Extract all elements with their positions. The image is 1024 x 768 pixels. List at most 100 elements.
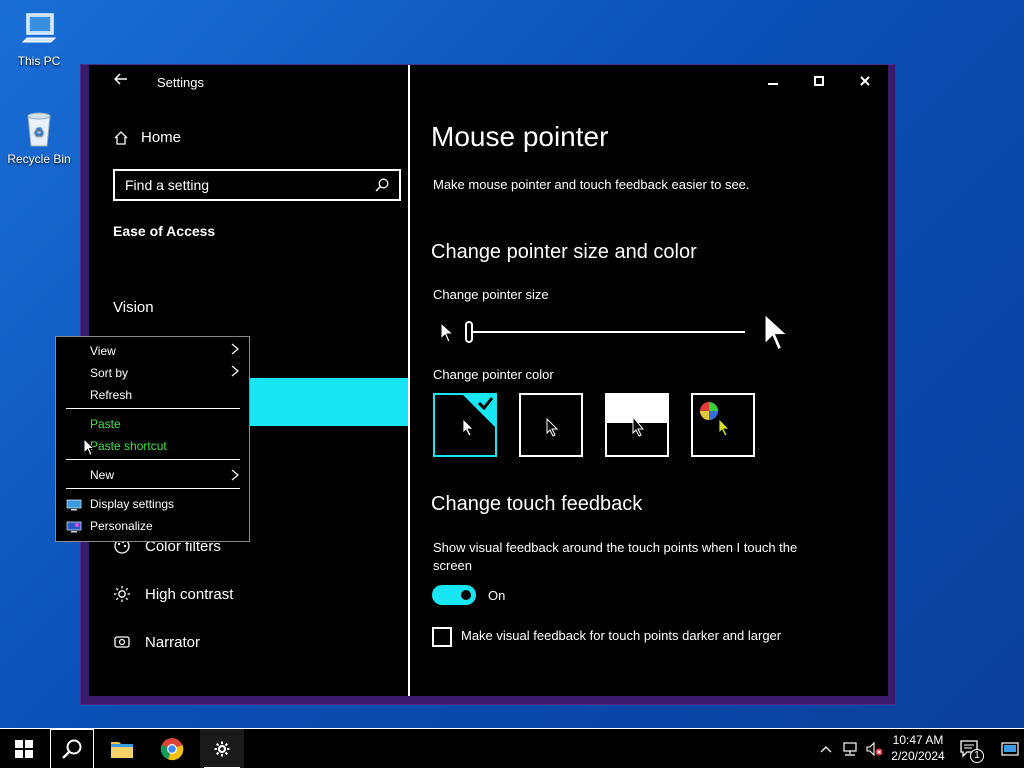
action-center-button[interactable]: 1: [952, 729, 988, 768]
gear-icon: [214, 741, 230, 757]
section-heading-pointer: Change pointer size and color: [431, 241, 697, 263]
pointer-size-label: Change pointer size: [433, 287, 549, 302]
nav-home-link[interactable]: Home: [113, 129, 181, 146]
menu-item-label: View: [90, 344, 116, 358]
search-taskbar-button[interactable]: [50, 729, 94, 768]
computer-icon: [19, 10, 59, 50]
chrome-icon: [160, 738, 184, 761]
mouse-cursor-icon: [83, 438, 95, 457]
chevron-up-icon: [820, 746, 832, 753]
pointer-size-slider-track[interactable]: [469, 331, 745, 333]
search-icon: [62, 739, 82, 759]
darker-larger-checkbox[interactable]: [432, 627, 452, 647]
menu-item-sort-by[interactable]: Sort by: [90, 363, 128, 383]
page-description: Make mouse pointer and touch feedback ea…: [433, 177, 750, 192]
clock-date: 2/20/2024: [891, 749, 945, 763]
small-pointer-icon: [440, 321, 455, 343]
menu-item-paste[interactable]: Paste: [90, 414, 121, 434]
brightness-icon: [114, 586, 130, 602]
maximize-button[interactable]: [801, 71, 837, 95]
pane-divider: [408, 65, 410, 697]
white-pointer-option-icon: [462, 395, 495, 437]
minimize-button[interactable]: [755, 71, 791, 95]
nav-item-narrator[interactable]: Narrator: [113, 633, 200, 651]
settings-search-box[interactable]: [113, 169, 401, 201]
desktop-preview-icon: [1001, 742, 1019, 756]
svg-text:♻: ♻: [34, 125, 45, 139]
taskbar: 10:47 AM 2/20/2024 1: [0, 728, 1024, 768]
search-icon[interactable]: [375, 178, 389, 192]
back-button[interactable]: [109, 71, 133, 95]
volume-tray-icon-button[interactable]: [862, 729, 886, 768]
submenu-arrow-icon: [231, 365, 239, 380]
inverted-pointer-option-icon: [607, 395, 667, 437]
page-title: Mouse pointer: [431, 121, 609, 152]
menu-item-personalize[interactable]: Personalize: [90, 516, 153, 536]
close-icon: [860, 76, 870, 86]
submenu-arrow-icon: [231, 469, 239, 484]
pointer-color-white-option[interactable]: [433, 393, 497, 457]
taskbar-clock[interactable]: 10:47 AM 2/20/2024: [888, 732, 948, 764]
touch-description-line2: screen: [433, 558, 473, 573]
windows-logo-icon: [15, 740, 33, 758]
network-icon: [843, 742, 857, 756]
minimize-icon: [768, 83, 778, 85]
show-hidden-icons-button[interactable]: [814, 729, 838, 768]
menu-item-view[interactable]: View: [90, 341, 240, 361]
menu-item-label: Paste shortcut: [90, 439, 167, 453]
home-icon: [114, 130, 128, 145]
pointer-size-slider-thumb[interactable]: [465, 321, 473, 343]
menu-item-label: Display settings: [90, 497, 175, 511]
menu-item-paste-shortcut[interactable]: Paste shortcut: [90, 436, 167, 456]
menu-item-new[interactable]: New: [90, 465, 114, 485]
volume-muted-icon: [866, 741, 883, 757]
network-tray-icon-button[interactable]: [838, 729, 862, 768]
pointer-color-custom-option[interactable]: [691, 393, 755, 457]
section-heading-touch: Change touch feedback: [431, 493, 643, 515]
desktop-icon-this-pc[interactable]: This PC: [4, 10, 74, 68]
black-pointer-option-icon: [546, 417, 559, 437]
show-desktop-button[interactable]: [996, 729, 1024, 768]
search-input[interactable]: [125, 177, 365, 193]
start-button[interactable]: [2, 729, 46, 768]
desktop-icon-recycle-bin[interactable]: ♻ Recycle Bin: [4, 108, 74, 166]
touch-description-line1: Show visual feedback around the touch po…: [433, 540, 798, 555]
taskbar-file-explorer[interactable]: [100, 729, 144, 768]
close-button[interactable]: [847, 71, 883, 95]
menu-item-label: Refresh: [90, 388, 133, 402]
back-arrow-icon: [113, 73, 127, 85]
custom-color-pointer-option-icon: [700, 402, 730, 437]
touch-feedback-toggle[interactable]: [432, 585, 476, 605]
menu-item-label: Sort by: [90, 366, 129, 380]
notification-count-badge: 1: [970, 749, 984, 763]
recycle-bin-icon: ♻: [19, 108, 59, 148]
clock-time: 10:47 AM: [892, 733, 944, 747]
submenu-arrow-icon: [231, 343, 239, 358]
personalize-icon: [66, 521, 82, 533]
toggle-state-label: On: [488, 588, 506, 603]
taskbar-settings[interactable]: [200, 729, 244, 768]
nav-item-label: High contrast: [145, 585, 234, 603]
menu-separator: [66, 459, 240, 460]
menu-item-label: Paste: [90, 417, 121, 431]
large-pointer-icon: [764, 312, 790, 352]
menu-separator: [66, 488, 240, 489]
maximize-icon: [814, 76, 824, 86]
taskbar-chrome[interactable]: [150, 729, 194, 768]
nav-item-label: Narrator: [145, 633, 201, 651]
menu-item-label: Personalize: [90, 519, 153, 533]
menu-item-refresh[interactable]: Refresh: [90, 385, 132, 405]
pointer-color-inverted-option[interactable]: [605, 393, 669, 457]
nav-group-title: Ease of Access: [113, 223, 216, 239]
desktop-icon-label: Recycle Bin: [7, 152, 71, 166]
nav-section-vision: Vision: [113, 299, 154, 316]
pointer-color-black-option[interactable]: [519, 393, 583, 457]
checkbox-label[interactable]: Make visual feedback for touch points da…: [461, 628, 781, 643]
window-title: Settings: [157, 75, 204, 90]
nav-home-label: Home: [141, 129, 182, 146]
nav-item-high-contrast[interactable]: High contrast: [113, 585, 233, 603]
menu-item-label: New: [90, 468, 115, 482]
display-settings-icon: [66, 499, 82, 511]
menu-item-display-settings[interactable]: Display settings: [90, 494, 174, 514]
folder-icon: [111, 742, 133, 758]
